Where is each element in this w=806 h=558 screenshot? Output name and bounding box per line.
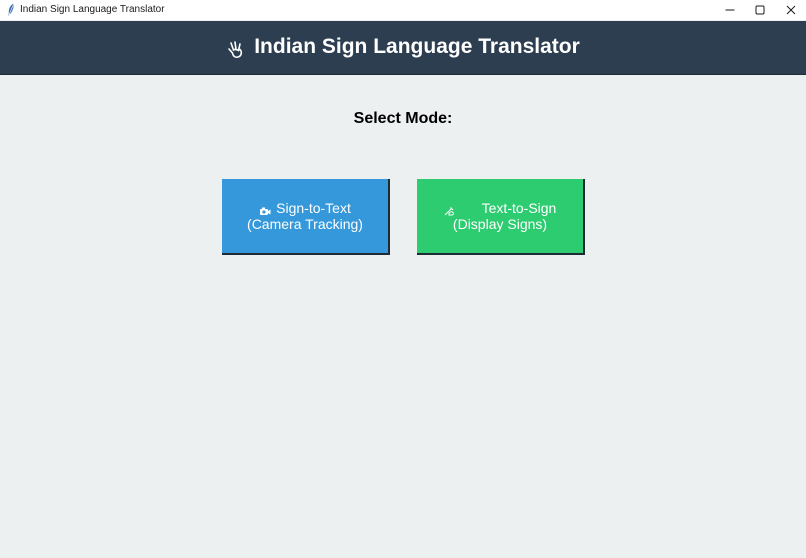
- maximize-button[interactable]: [744, 0, 776, 20]
- camera-icon: [259, 203, 271, 215]
- page-title: Indian Sign Language Translator: [254, 34, 580, 58]
- close-button[interactable]: [775, 0, 806, 20]
- sign-to-text-button[interactable]: Sign-to-Text (Camera Tracking): [222, 179, 390, 255]
- select-mode-label: Select Mode:: [353, 110, 453, 127]
- sign-to-text-sublabel: (Camera Tracking): [247, 216, 363, 232]
- sign-to-text-label: Sign-to-Text: [276, 200, 351, 216]
- maximize-icon: [755, 5, 765, 15]
- writing-hand-icon: [444, 203, 456, 216]
- close-icon: [786, 5, 796, 15]
- text-to-sign-label: Text-to-Sign: [481, 200, 557, 216]
- feather-icon: [7, 3, 15, 17]
- minimize-icon: [725, 5, 735, 15]
- text-to-sign-sublabel: (Display Signs): [452, 216, 548, 232]
- window-title: Indian Sign Language Translator: [20, 4, 165, 15]
- title-bar[interactable]: Indian Sign Language Translator: [0, 0, 806, 20]
- hand-sign-icon: [226, 40, 246, 60]
- minimize-button[interactable]: [714, 0, 746, 20]
- app-window: Indian Sign Language Translator Indian S…: [0, 0, 806, 558]
- header-banner: Indian Sign Language Translator: [0, 21, 806, 75]
- text-to-sign-button[interactable]: Text-to-Sign (Display Signs): [417, 179, 585, 255]
